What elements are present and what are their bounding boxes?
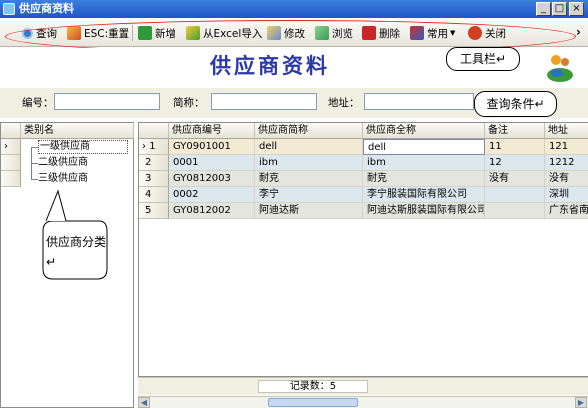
column-header-short-name[interactable]: 供应商简称 <box>255 123 363 139</box>
cell-short-name[interactable]: dell <box>255 139 363 155</box>
category-row-header[interactable] <box>1 155 21 171</box>
window-titlebar[interactable]: 供应商资料 _ □ × <box>0 0 588 18</box>
scroll-thumb[interactable] <box>268 398 358 407</box>
cell-code[interactable]: GY0812002 <box>169 203 255 219</box>
cell-remark[interactable]: 没有 <box>485 171 545 187</box>
code-input[interactable] <box>54 93 160 110</box>
current-row-indicator: › <box>142 141 146 152</box>
toolbar-annotation: 工具栏↵ <box>446 47 520 71</box>
close-window-button[interactable]: × <box>569 2 584 16</box>
cell-code[interactable]: 0002 <box>169 187 255 203</box>
supplier-corner-cell <box>139 123 169 139</box>
cell-code[interactable]: 0001 <box>169 155 255 171</box>
cell-full-name[interactable]: 耐克 <box>363 171 485 187</box>
cell-short-name[interactable]: ibm <box>255 155 363 171</box>
row-number: 1 <box>149 141 156 152</box>
column-header-code[interactable]: 供应商编号 <box>169 123 255 139</box>
cell-full-name[interactable]: 李宁服装国际有限公司 <box>363 187 485 203</box>
horizontal-scrollbar[interactable]: ◀ ▶ <box>138 396 588 408</box>
app-icon <box>3 3 15 15</box>
supplier-grid: 供应商编号 供应商简称 供应商全称 备注 地址 › 1 GY0901001 de… <box>138 122 588 377</box>
tree-connector <box>31 147 38 148</box>
row-header[interactable]: › 1 <box>139 139 169 155</box>
code-label: 编号： <box>22 97 54 109</box>
maximize-button[interactable]: □ <box>552 2 567 16</box>
category-item[interactable]: 二级供应商 <box>38 156 88 170</box>
toolbar-overflow-arrow[interactable]: › <box>576 25 581 39</box>
category-row-header[interactable]: › <box>1 139 21 155</box>
row-header[interactable]: 2 <box>139 155 169 171</box>
row-header[interactable]: 5 <box>139 203 169 219</box>
category-annotation-pointer <box>45 189 67 222</box>
row-number: 2 <box>145 157 152 168</box>
minimize-button[interactable]: _ <box>536 2 551 16</box>
query-annotation: 查询条件↵ <box>474 91 557 117</box>
grid-footer: 记录数：5 <box>138 377 588 395</box>
category-item[interactable]: 三级供应商 <box>38 172 88 186</box>
row-number: 4 <box>145 189 152 200</box>
category-item[interactable]: 一级供应商 <box>38 140 128 154</box>
short-name-label: 简称： <box>173 97 205 109</box>
column-header-full-name[interactable]: 供应商全称 <box>363 123 485 139</box>
scroll-left-button[interactable]: ◀ <box>138 397 150 408</box>
cell-short-name[interactable]: 李宁 <box>255 187 363 203</box>
cell-address[interactable]: 121 <box>545 139 588 155</box>
category-corner-cell <box>1 123 21 139</box>
cell-full-name[interactable]: 阿迪达斯服装国际有限公司 <box>363 203 485 219</box>
window-title: 供应商资料 <box>19 2 74 15</box>
row-header[interactable]: 3 <box>139 171 169 187</box>
cell-code[interactable]: GY0901001 <box>169 139 255 155</box>
record-count: 记录数：5 <box>258 380 368 393</box>
category-annotation-text: 供应商分类↵ <box>46 235 107 269</box>
cell-short-name[interactable]: 耐克 <box>255 171 363 187</box>
cell-full-name[interactable]: ibm <box>363 155 485 171</box>
cell-address[interactable]: 1212 <box>545 155 588 171</box>
tree-connector <box>31 179 38 180</box>
row-number: 3 <box>145 173 152 184</box>
cell-remark[interactable]: 12 <box>485 155 545 171</box>
column-header-remark[interactable]: 备注 <box>485 123 545 139</box>
scroll-right-button[interactable]: ▶ <box>575 397 587 408</box>
cell-address[interactable]: 没有 <box>545 171 588 187</box>
cell-address[interactable]: 广东省南 <box>545 203 588 219</box>
column-header-address[interactable]: 地址 <box>545 123 588 139</box>
cell-full-name-editing[interactable]: dell <box>363 139 485 155</box>
logo-icon <box>545 53 575 83</box>
tree-connector <box>31 163 38 164</box>
cell-remark[interactable] <box>485 187 545 203</box>
cell-address[interactable]: 深圳 <box>545 187 588 203</box>
cell-code[interactable]: GY0812003 <box>169 171 255 187</box>
cell-remark[interactable] <box>485 203 545 219</box>
address-label: 地址： <box>328 97 360 109</box>
category-column-header[interactable]: 类别名 <box>21 123 134 139</box>
address-input[interactable] <box>364 93 474 110</box>
cell-short-name[interactable]: 阿迪达斯 <box>255 203 363 219</box>
short-name-input[interactable] <box>211 93 317 110</box>
page-title: 供应商资料 <box>210 53 330 78</box>
row-number: 5 <box>145 205 152 216</box>
category-row-header[interactable] <box>1 171 21 187</box>
cell-remark[interactable]: 11 <box>485 139 545 155</box>
row-header[interactable]: 4 <box>139 187 169 203</box>
